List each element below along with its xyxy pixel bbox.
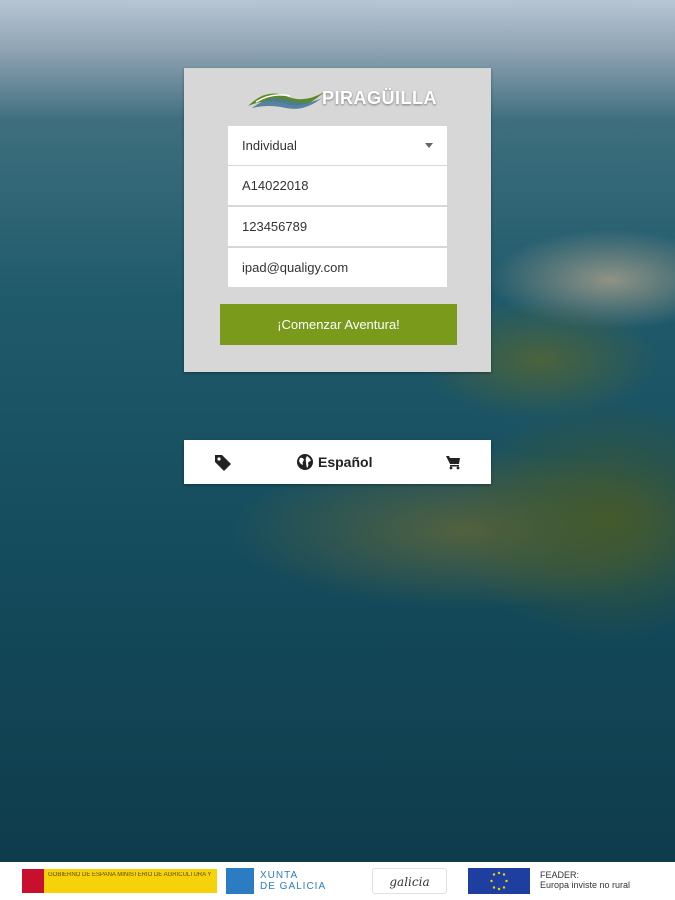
- feader-logo: FEADER: Europa inviste no rural: [540, 870, 630, 890]
- language-label: Español: [318, 454, 373, 470]
- feader-line1: FEADER:: [540, 870, 580, 880]
- sponsors-footer: GOBIERNO DE ESPAÑA MINISTERIO DE AGRICUL…: [0, 862, 675, 900]
- chevron-down-icon: [425, 143, 433, 148]
- app-logo: PIRAGÜILLA: [246, 84, 437, 114]
- number-field[interactable]: [228, 207, 447, 246]
- start-adventure-button[interactable]: ¡Comenzar Aventura!: [220, 304, 457, 345]
- language-selector[interactable]: Español: [296, 452, 372, 472]
- number-input[interactable]: [242, 219, 432, 234]
- email-field[interactable]: [228, 248, 447, 287]
- type-select-value: Individual: [242, 138, 297, 153]
- spain-crest-icon: [22, 869, 44, 893]
- xunta-line2: DE GALICIA: [260, 881, 327, 892]
- email-input[interactable]: [242, 260, 432, 275]
- login-card: PIRAGÜILLA Individual ¡Comenzar Aventura…: [184, 68, 491, 372]
- logo-text: PIRAGÜILLA: [322, 88, 437, 108]
- eu-flag-icon: [468, 868, 530, 894]
- feader-line2: Europa inviste no rural: [540, 880, 631, 890]
- code-field[interactable]: [228, 166, 447, 205]
- spain-ministry-logo: GOBIERNO DE ESPAÑA MINISTERIO DE AGRICUL…: [22, 869, 217, 893]
- cart-icon[interactable]: [445, 454, 461, 470]
- logo-wave-icon: [248, 92, 324, 109]
- xunta-mark-icon: [226, 868, 254, 894]
- code-input[interactable]: [242, 178, 432, 193]
- spain-ministry-text: GOBIERNO DE ESPAÑA MINISTERIO DE AGRICUL…: [48, 872, 213, 878]
- galicia-logo: galicia: [372, 868, 447, 894]
- globe-icon: [297, 454, 313, 470]
- type-select[interactable]: Individual: [228, 126, 447, 165]
- xunta-logo: XUNTA DE GALICIA: [226, 868, 356, 894]
- bottom-action-bar: Español: [184, 440, 491, 484]
- xunta-line1: XUNTA: [260, 870, 299, 881]
- tag-icon[interactable]: [214, 453, 232, 471]
